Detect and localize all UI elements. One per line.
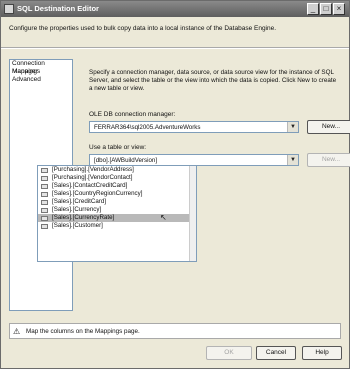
list-item[interactable]: [Sales].[CreditCard]: [38, 198, 196, 206]
table-icon: [41, 223, 48, 229]
chevron-down-icon[interactable]: ▼: [287, 122, 298, 132]
editor-description: Configure the properties used to bulk co…: [9, 25, 277, 32]
table-value: [dbo].[AWBuildVersion]: [94, 157, 158, 164]
mouse-cursor-icon: ↖: [160, 213, 167, 222]
list-item[interactable]: [Sales].[Currency]: [38, 206, 196, 214]
table-icon: [41, 199, 48, 205]
table-icon: [41, 175, 48, 181]
new-table-button[interactable]: New...: [307, 153, 350, 167]
table-dropdown-list[interactable]: [Purchasing].[VendorAddress] [Purchasing…: [37, 165, 197, 262]
warning-icon: ⚠: [13, 327, 21, 336]
table-icon: [41, 215, 48, 221]
status-message-box: ⚠ Map the columns on the Mappings page.: [9, 323, 341, 339]
connection-label: OLE DB connection manager:: [89, 111, 176, 118]
new-connection-button[interactable]: New...: [307, 120, 350, 134]
help-button[interactable]: Help: [302, 346, 342, 360]
table-icon: [41, 167, 48, 173]
nav-item-advanced[interactable]: Advanced: [10, 76, 72, 84]
list-item[interactable]: [Sales].[ContactCreditCard]: [38, 182, 196, 190]
list-item-selected[interactable]: [Sales].[CurrencyRate] ↖: [38, 214, 196, 222]
list-item[interactable]: [Sales].[CountryRegionCurrency]: [38, 190, 196, 198]
nav-item-mappings[interactable]: Mappings: [10, 68, 72, 76]
status-message: Map the columns on the Mappings page.: [26, 328, 140, 335]
table-label: Use a table or view:: [89, 144, 147, 151]
chevron-down-icon[interactable]: ▼: [287, 155, 298, 165]
close-button[interactable]: ×: [333, 3, 345, 15]
maximize-button[interactable]: □: [320, 3, 332, 15]
table-icon: [41, 207, 48, 213]
window-title: SQL Destination Editor: [17, 4, 99, 13]
table-icon: [41, 183, 48, 189]
panel-instructions: Specify a connection manager, data sourc…: [89, 69, 337, 92]
list-item[interactable]: [Purchasing].[VendorContact]: [38, 174, 196, 182]
minimize-button[interactable]: _: [307, 3, 319, 15]
title-bar[interactable]: SQL Destination Editor _ □ ×: [1, 1, 349, 17]
nav-item-connection-manager[interactable]: Connection Manager: [10, 60, 72, 75]
connection-value: FERRAR364\sql2005.AdventureWorks: [94, 124, 201, 131]
list-scrollbar[interactable]: [189, 166, 196, 261]
header-divider: [1, 47, 349, 49]
table-icon: [41, 191, 48, 197]
sql-destination-editor-window: SQL Destination Editor _ □ × Configure t…: [0, 0, 350, 369]
connection-manager-dropdown[interactable]: FERRAR364\sql2005.AdventureWorks ▼: [89, 121, 299, 133]
cancel-button[interactable]: Cancel: [256, 346, 296, 360]
list-item[interactable]: [Sales].[Customer]: [38, 222, 196, 230]
app-icon: [4, 4, 14, 14]
ok-button[interactable]: OK: [206, 346, 252, 360]
list-item[interactable]: [Purchasing].[VendorAddress]: [38, 166, 196, 174]
